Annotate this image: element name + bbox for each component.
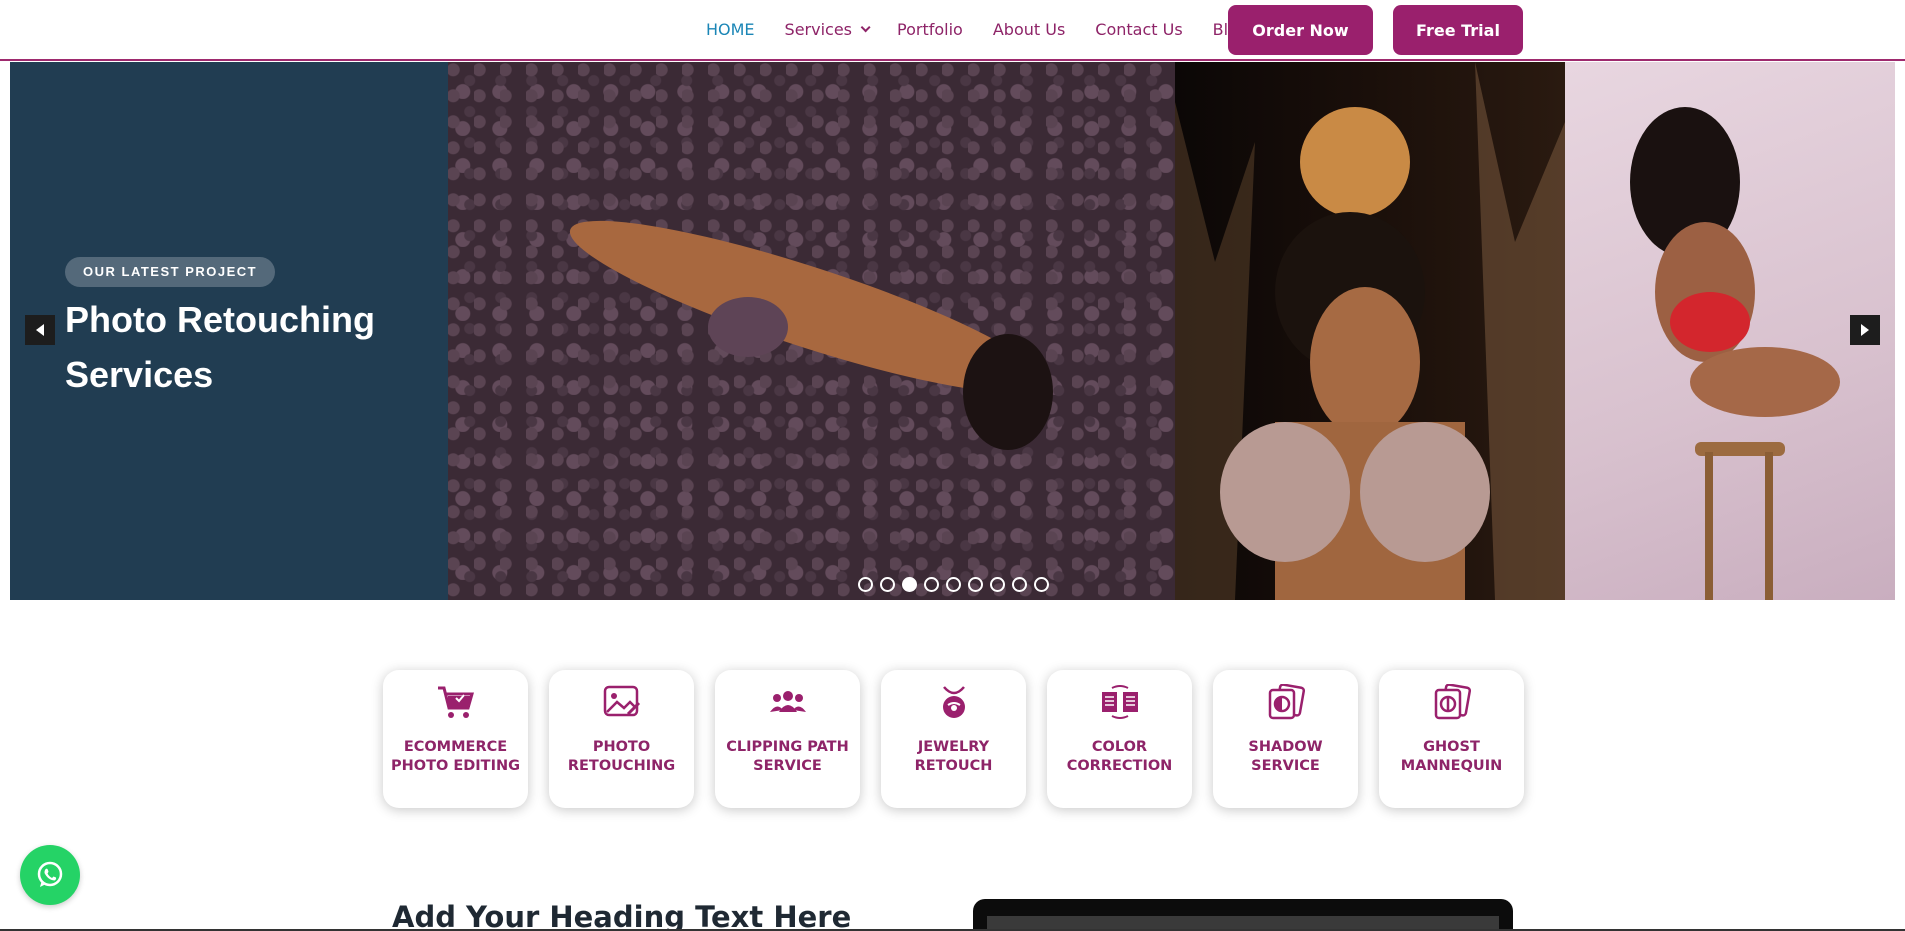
service-label: JEWELRY RETOUCH (914, 739, 993, 774)
nav-services[interactable]: Services (784, 19, 871, 39)
nav-services-label: Services (784, 19, 853, 39)
slider-pagination (858, 577, 1056, 592)
nav-about-label: About Us (992, 19, 1066, 39)
slider-dot[interactable] (924, 577, 939, 592)
nav-contact-us[interactable]: Contact Us (1095, 20, 1182, 39)
hero-eyebrow-badge: OUR LATEST PROJECT (65, 257, 276, 287)
stool-figure-image (1630, 107, 1840, 600)
nav-home[interactable]: HOME (706, 20, 755, 39)
main-nav: HOME Services Portfolio About Us Contact… (706, 0, 1278, 58)
nav-contact-label: Contact Us (1095, 19, 1183, 39)
laptop-mockup (973, 899, 1513, 931)
reclining-figure-image (569, 220, 1053, 450)
service-label: COLOR CORRECTION (1066, 739, 1173, 774)
service-label: CLIPPING PATH SERVICE (726, 739, 849, 774)
slide-photo-protea (1175, 62, 1565, 600)
free-trial-button[interactable]: Free Trial (1393, 5, 1523, 55)
service-card-color[interactable]: COLOR CORRECTION (1047, 670, 1192, 808)
slide-photo-reclining (448, 62, 1175, 600)
ghost-mannequin-icon (1432, 682, 1472, 722)
arrow-left-icon (36, 324, 44, 336)
slider-next-button[interactable] (1850, 315, 1880, 345)
slider-dot[interactable] (946, 577, 961, 592)
slider-dot[interactable] (858, 577, 873, 592)
shopping-cart-icon (436, 682, 476, 722)
nav-portfolio-label: Portfolio (897, 19, 963, 39)
necklace-icon (934, 682, 974, 722)
service-card-ghost[interactable]: GHOST MANNEQUIN (1379, 670, 1524, 808)
service-card-shadow[interactable]: SHADOW SERVICE (1213, 670, 1358, 808)
chevron-down-icon (860, 21, 871, 32)
slider-dot[interactable] (968, 577, 983, 592)
slider-prev-button[interactable] (25, 315, 55, 345)
nav-portfolio[interactable]: Portfolio (897, 20, 963, 39)
slide-photo-stool (1565, 62, 1895, 600)
slider-dot[interactable] (1034, 577, 1049, 592)
nav-about-us[interactable]: About Us (993, 20, 1065, 39)
slider-dot-active[interactable] (902, 577, 917, 592)
hero-caption-panel: OUR LATEST PROJECT Photo Retouching Serv… (10, 62, 448, 600)
service-cards: ECOMMERCE PHOTO EDITING PHOTO RETOUCHING… (383, 670, 1545, 808)
hero-title: Photo Retouching Services (65, 299, 375, 395)
slider-dot[interactable] (990, 577, 1005, 592)
nav-home-label: HOME (706, 19, 755, 39)
service-card-clipping[interactable]: CLIPPING PATH SERVICE (715, 670, 860, 808)
shadow-layers-icon (1266, 682, 1306, 722)
whatsapp-chat-button[interactable] (20, 845, 80, 905)
service-label: ECOMMERCE PHOTO EDITING (390, 739, 520, 774)
service-label: SHADOW SERVICE (1248, 739, 1323, 774)
slider-dot[interactable] (1012, 577, 1027, 592)
service-label: PHOTO RETOUCHING (567, 739, 676, 774)
people-group-icon (768, 682, 808, 722)
whatsapp-icon (37, 861, 63, 887)
service-card-ecommerce[interactable]: ECOMMERCE PHOTO EDITING (383, 670, 528, 808)
hero-slider: OUR LATEST PROJECT Photo Retouching Serv… (10, 62, 1895, 600)
protea-figure-image (1175, 62, 1565, 600)
image-edit-icon (602, 682, 642, 722)
color-swap-icon (1100, 682, 1140, 722)
service-card-retouching[interactable]: PHOTO RETOUCHING (549, 670, 694, 808)
service-card-jewelry[interactable]: JEWELRY RETOUCH (881, 670, 1026, 808)
arrow-right-icon (1861, 324, 1869, 336)
slider-dot[interactable] (880, 577, 895, 592)
service-label: GHOST MANNEQUIN (1400, 739, 1503, 774)
site-header: HOME Services Portfolio About Us Contact… (0, 0, 1905, 61)
section-heading: Add Your Heading Text Here (392, 900, 852, 931)
order-now-button[interactable]: Order Now (1228, 5, 1373, 55)
